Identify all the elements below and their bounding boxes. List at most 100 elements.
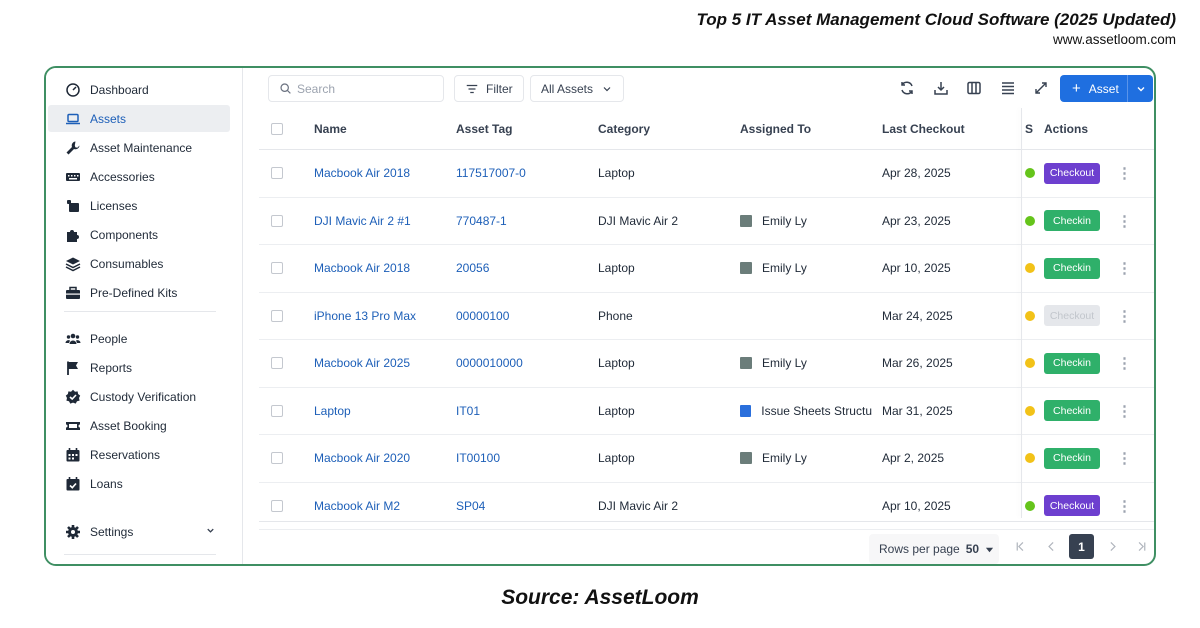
sidebar-item-label: Asset Booking	[90, 418, 167, 433]
download-icon[interactable]	[933, 80, 951, 98]
more-vertical-icon[interactable]: ⋮	[1117, 150, 1132, 197]
sidebar-item-reservations[interactable]: Reservations	[48, 441, 230, 468]
sidebar-item-label: Custody Verification	[90, 389, 197, 404]
checkin-button[interactable]: Checkin	[1044, 210, 1100, 232]
column-header[interactable]: Name	[314, 108, 347, 149]
sidebar-item-assets[interactable]: Assets	[48, 105, 230, 132]
row-checkbox[interactable]	[271, 435, 283, 482]
assigned-to[interactable]: Emily Ly	[740, 198, 872, 245]
asset-name-link[interactable]: iPhone 13 Pro Max	[314, 293, 416, 340]
row-action-button[interactable]: Checkin	[1044, 388, 1100, 435]
sidebar-item-label: Assets	[90, 111, 127, 126]
page-button-current[interactable]: 1	[1069, 534, 1094, 559]
asset-name-link[interactable]: Macbook Air 2025	[314, 340, 410, 387]
checkin-button[interactable]: Checkin	[1044, 257, 1100, 279]
view-select[interactable]: All Assets	[530, 75, 625, 102]
more-vertical-icon[interactable]: ⋮	[1117, 198, 1132, 245]
sidebar-item-consumables[interactable]: Consumables	[48, 250, 230, 277]
last-page-icon[interactable]	[1129, 534, 1154, 559]
flag-icon	[64, 359, 82, 377]
asset-tag-link[interactable]: 770487-1	[456, 198, 507, 245]
select-all-checkbox[interactable]	[271, 108, 283, 149]
row-checkbox[interactable]	[271, 150, 283, 197]
sidebar-item-licenses[interactable]: Licenses	[48, 192, 230, 219]
sheet-icon	[740, 404, 752, 417]
row-checkbox[interactable]	[271, 245, 283, 292]
asset-tag-link[interactable]: 00000100	[456, 293, 509, 340]
more-vertical-icon[interactable]: ⋮	[1117, 340, 1132, 387]
more-vertical-icon[interactable]: ⋮	[1117, 435, 1132, 482]
next-page-icon[interactable]	[1100, 534, 1125, 559]
filter-button[interactable]: Filter	[454, 75, 524, 102]
first-page-icon[interactable]	[1008, 534, 1033, 559]
column-header[interactable]: Assigned To	[740, 108, 811, 149]
checkin-button[interactable]: Checkin	[1044, 447, 1100, 469]
headline-title: Top 5 IT Asset Management Cloud Software…	[696, 10, 1176, 29]
asset-name-link[interactable]: Macbook Air 2018	[314, 245, 410, 292]
sidebar-item-loans[interactable]: Loans	[48, 470, 230, 497]
column-header[interactable]: Category	[598, 108, 650, 149]
row-action-button[interactable]: Checkin	[1044, 435, 1100, 482]
asset-tag-link[interactable]: IT00100	[456, 435, 500, 482]
row-checkbox[interactable]	[271, 198, 283, 245]
row-checkbox[interactable]	[271, 388, 283, 435]
sidebar-item-dashboard[interactable]: Dashboard	[48, 76, 230, 103]
asset-name-link[interactable]: Macbook Air 2018	[314, 150, 410, 197]
sidebar-item-label: Reservations	[90, 447, 161, 462]
sidebar-item-reports[interactable]: Reports	[48, 354, 230, 381]
asset-tag-link[interactable]: IT01	[456, 388, 480, 435]
row-action-button[interactable]: Checkin	[1044, 245, 1100, 292]
assigned-to[interactable]: Emily Ly	[740, 435, 872, 482]
row-checkbox[interactable]	[271, 340, 283, 387]
fullscreen-icon[interactable]	[1033, 80, 1051, 98]
search-icon	[280, 83, 291, 94]
checkout-button[interactable]: Checkout	[1044, 495, 1100, 517]
sidebar-item-people[interactable]: People	[48, 325, 230, 352]
assigned-to[interactable]: Issue Sheets Structu	[740, 388, 872, 435]
assigned-to[interactable]: Emily Ly	[740, 245, 872, 292]
sidebar-item-components[interactable]: Components	[48, 221, 230, 248]
checkin-button[interactable]: Checkin	[1044, 400, 1100, 422]
sidebar-item-asset-booking[interactable]: Asset Booking	[48, 412, 230, 439]
more-vertical-icon[interactable]: ⋮	[1117, 388, 1132, 435]
sidebar-item-pre-defined-kits[interactable]: Pre-Defined Kits	[48, 279, 230, 306]
sidebar-divider	[64, 311, 216, 312]
asset-name-link[interactable]: DJI Mavic Air 2 #1	[314, 198, 411, 245]
column-header[interactable]: Asset Tag	[456, 108, 512, 149]
refresh-icon[interactable]	[899, 80, 917, 98]
sidebar-item-settings[interactable]: Settings	[48, 518, 230, 545]
sidebar-item-accessories[interactable]: Accessories	[48, 163, 230, 190]
row-action-button[interactable]: Checkin	[1044, 198, 1100, 245]
avatar	[740, 357, 752, 370]
more-vertical-icon[interactable]: ⋮	[1117, 293, 1132, 340]
column-header[interactable]: Actions	[1044, 108, 1088, 149]
column-header[interactable]: S	[1025, 108, 1033, 149]
row-action-button[interactable]: Checkout	[1044, 150, 1100, 197]
add-asset-button[interactable]: + Asset	[1060, 75, 1153, 102]
search-input[interactable]: Search	[268, 75, 444, 102]
row-checkbox[interactable]	[271, 293, 283, 340]
filter-label: Filter	[486, 81, 513, 96]
asset-tag-link[interactable]: 0000010000	[456, 340, 523, 387]
assigned-to[interactable]: Emily Ly	[740, 340, 872, 387]
row-action-button[interactable]: Checkin	[1044, 340, 1100, 387]
checkout-button[interactable]: Checkout	[1044, 162, 1100, 184]
row-action-button[interactable]: Checkout	[1044, 293, 1100, 340]
checkin-button[interactable]: Checkin	[1044, 352, 1100, 374]
prev-page-icon[interactable]	[1039, 534, 1064, 559]
asset-name-link[interactable]: Macbook Air 2020	[314, 435, 410, 482]
asset-name-link[interactable]: Laptop	[314, 388, 351, 435]
columns-icon[interactable]	[966, 80, 984, 98]
sidebar-item-custody-verification[interactable]: Custody Verification	[48, 383, 230, 410]
layers-icon	[64, 255, 82, 273]
asset-tag-link[interactable]: 117517007-0	[456, 150, 526, 197]
density-icon[interactable]	[1000, 80, 1018, 98]
last-checkout-date: Apr 28, 2025	[882, 166, 951, 181]
sidebar-item-asset-maintenance[interactable]: Asset Maintenance	[48, 134, 230, 161]
more-vertical-icon[interactable]: ⋮	[1117, 245, 1132, 292]
add-asset-dropdown[interactable]	[1128, 83, 1153, 95]
add-asset-main[interactable]: + Asset	[1060, 75, 1128, 102]
rows-per-page-select[interactable]: Rows per page 50	[869, 534, 999, 564]
asset-tag-link[interactable]: 20056	[456, 245, 489, 292]
column-header[interactable]: Last Checkout	[882, 108, 965, 149]
